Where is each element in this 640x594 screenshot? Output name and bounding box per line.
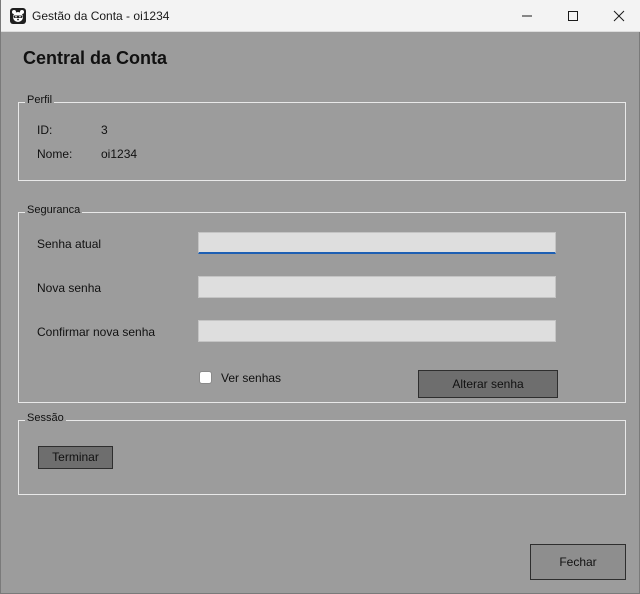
account-window: Gestão da Conta - oi1234 Central da Cont… [0, 0, 640, 594]
current-password-label: Senha atual [37, 237, 102, 251]
change-password-button[interactable]: Alterar senha [418, 370, 558, 398]
new-password-field[interactable] [198, 276, 556, 298]
session-group-legend: Sessão [25, 412, 66, 424]
profile-group: Perfil [18, 94, 626, 181]
end-session-button[interactable]: Terminar [38, 446, 113, 469]
window-title: Gestão da Conta - oi1234 [32, 9, 170, 23]
new-password-label: Nova senha [37, 281, 102, 295]
name-label: Nome: [37, 147, 73, 161]
page-title: Central da Conta [23, 48, 168, 68]
show-passwords-label[interactable]: Ver senhas [221, 371, 281, 385]
name-value: oi1234 [101, 147, 138, 161]
id-value: 3 [101, 123, 108, 137]
show-passwords-checkbox[interactable] [199, 371, 212, 384]
minimize-icon [522, 15, 532, 17]
id-label: ID: [37, 123, 53, 137]
confirm-password-field[interactable] [198, 320, 556, 342]
close-window-button[interactable] [596, 0, 640, 31]
close-button[interactable]: Fechar [530, 544, 626, 580]
maximize-button[interactable] [550, 0, 596, 31]
confirm-password-label: Confirmar nova senha [37, 325, 156, 339]
profile-group-legend: Perfil [25, 94, 55, 106]
minimize-button[interactable] [504, 0, 550, 31]
title-bar[interactable]: Gestão da Conta - oi1234 [1, 0, 640, 32]
maximize-icon [568, 11, 578, 21]
current-password-field[interactable] [198, 232, 556, 254]
raccoon-app-icon [10, 8, 26, 24]
security-group-legend: Seguranca [25, 204, 83, 216]
close-icon [613, 10, 625, 22]
